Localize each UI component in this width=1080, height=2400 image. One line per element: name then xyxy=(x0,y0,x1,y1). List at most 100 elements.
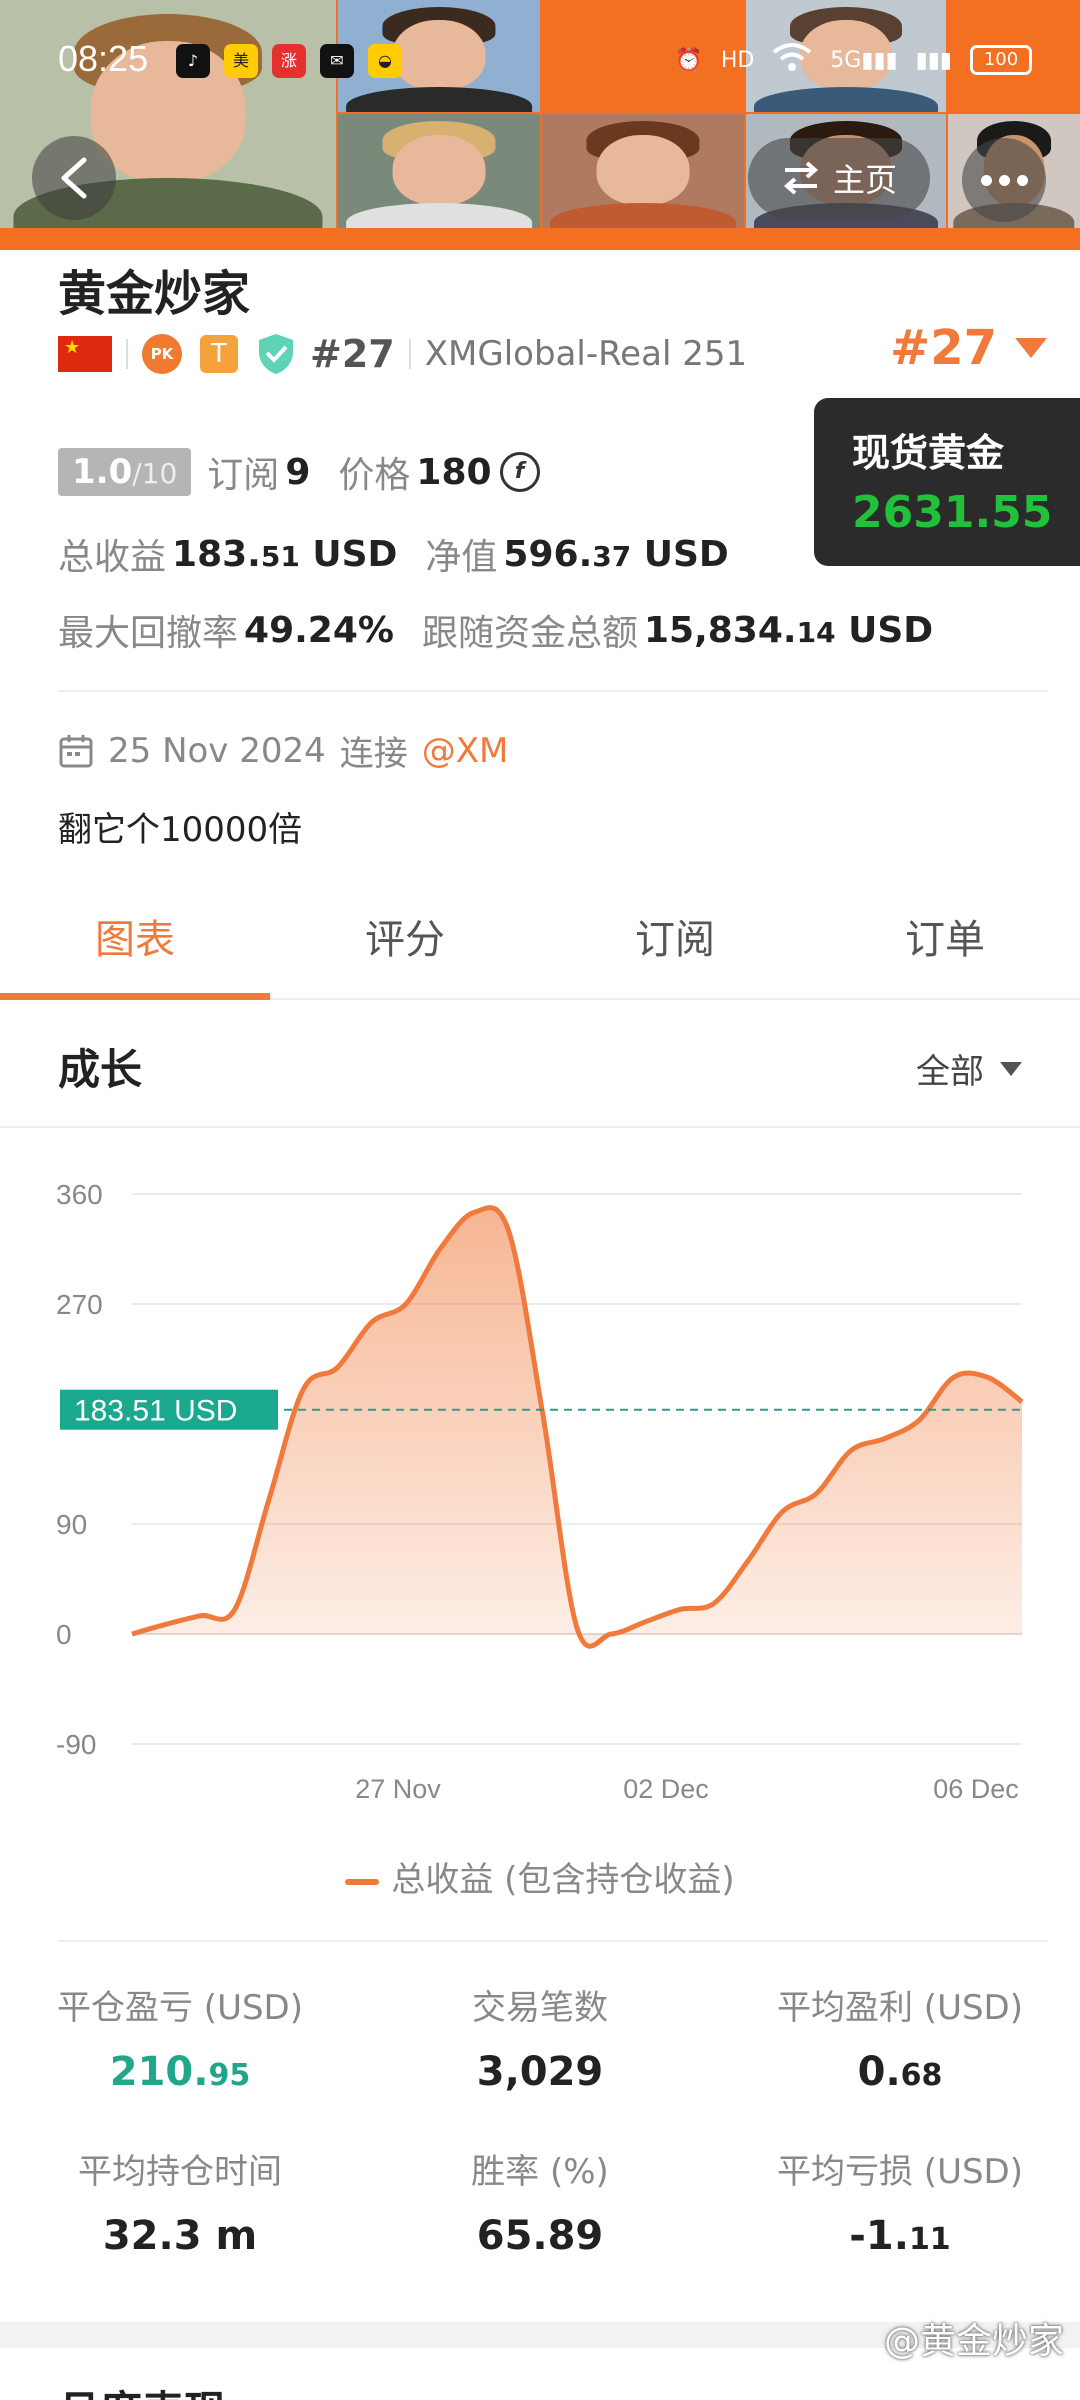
follow-funds-value: 15,834.14 USD xyxy=(643,609,934,651)
stat-value: 0.68 xyxy=(857,2049,943,2095)
trader-bio: 翻它个10000倍 xyxy=(58,810,303,850)
back-button[interactable] xyxy=(32,136,116,220)
more-dot-icon xyxy=(980,174,992,186)
status-bar: 08:25 ♪ 美 涨 ✉ ◒ ⏰ HD 5G▮▮▮ ▮▮▮ 100 xyxy=(0,0,1080,120)
ticker-price: 2631.55 xyxy=(852,487,1053,538)
stat-value: 210.95 xyxy=(109,2049,251,2095)
china-flag-icon xyxy=(58,336,112,372)
equity-label: 净值 xyxy=(425,537,498,578)
ticker-name: 现货黄金 xyxy=(852,431,1005,475)
subscribe-count: 9 xyxy=(285,451,311,493)
x-tick-label: 06 Dec xyxy=(933,1774,1019,1804)
rank-value: #27 xyxy=(890,320,998,376)
legend-label: 总收益 (包含持仓收益) xyxy=(391,1860,735,1900)
stat-label: 平均持仓时间 xyxy=(78,2152,282,2192)
y-tick-label: 360 xyxy=(56,1179,103,1210)
monthly-performance-title: 月度表现 xyxy=(58,2378,226,2400)
rating-badge: 1.0/10 xyxy=(58,448,192,496)
growth-chart: 360 270 90 0 -90 183.51 USD 27 Nov 02 Dec 06 Dec xyxy=(56,1179,1024,1804)
stat-value: -1.11 xyxy=(849,2213,951,2259)
divider xyxy=(58,690,1048,692)
divider xyxy=(408,339,411,369)
stats-row-2: 总收益 183.51 USD 净值 596.37 USD xyxy=(58,528,757,580)
stat-label: 交易笔数 xyxy=(472,1988,608,2028)
stat-label: 平均亏损 (USD) xyxy=(777,2152,1023,2192)
join-date: 25 Nov 2024 xyxy=(108,730,326,771)
watermark: @黄金炒家 xyxy=(883,2321,1064,2362)
stat-label: 平均盈利 (USD) xyxy=(777,1988,1023,2028)
summary-stat: 交易笔数 3,029 xyxy=(360,1980,720,2095)
drawdown-value: 49.24% xyxy=(244,609,394,651)
tab-bar: 图表 评分 订阅 订单 xyxy=(0,900,1080,1000)
pk-badge-icon: PK xyxy=(142,334,182,374)
coin-icon: f xyxy=(499,452,540,492)
account-name: XMGlobal-Real 251 xyxy=(424,334,748,374)
growth-section-header: 成长 全部 xyxy=(0,1000,1080,1128)
battery-icon: 100 xyxy=(970,45,1032,75)
app-notification-icon: ◒ xyxy=(368,44,402,78)
total-profit-value: 183.51 USD xyxy=(172,533,398,575)
notification-icons: ♪ 美 涨 ✉ ◒ xyxy=(176,44,402,78)
summary-stat: 平均持仓时间 32.3 m xyxy=(0,2144,360,2259)
join-text: 连接 xyxy=(339,734,408,774)
summary-stat: 平仓盈亏 (USD) 210.95 xyxy=(0,1980,360,2095)
status-time: 08:25 xyxy=(58,38,149,79)
t-badge-icon: T xyxy=(200,335,238,373)
more-dot-icon xyxy=(1016,174,1028,186)
broker-link[interactable]: @XM xyxy=(422,731,509,771)
y-tick-label: 0 xyxy=(56,1619,72,1650)
stat-label: 平仓盈亏 (USD) xyxy=(57,1988,303,2028)
banner-bottom-strip xyxy=(0,228,1080,250)
tab-chart[interactable]: 图表 xyxy=(0,900,270,1000)
trader-badges: PK T #27 XMGlobal-Real 251 xyxy=(58,330,747,378)
rank-dropdown[interactable]: #27 xyxy=(890,320,1048,376)
home-label: 主页 xyxy=(832,161,897,199)
follow-funds-label: 跟随资金总额 xyxy=(421,613,638,654)
system-icons: ⏰ HD 5G▮▮▮ ▮▮▮ 100 xyxy=(675,42,1032,78)
y-tick-label: 270 xyxy=(56,1289,103,1320)
range-filter-dropdown[interactable]: 全部 xyxy=(916,1044,1022,1093)
home-button[interactable]: 主页 xyxy=(748,138,930,218)
y-tick-label: -90 xyxy=(56,1729,96,1760)
alarm-icon: ⏰ xyxy=(675,47,703,73)
signal-icon: 5G▮▮▮ xyxy=(830,47,898,73)
gold-price-ticker[interactable]: 现货黄金 2631.55 xyxy=(814,398,1080,566)
divider xyxy=(58,1940,1048,1942)
verified-shield-icon xyxy=(259,334,293,374)
x-tick-label: 02 Dec xyxy=(623,1774,709,1804)
subscribe-label: 订阅 xyxy=(207,455,280,496)
equity-value: 596.37 USD xyxy=(503,533,729,575)
legend-swatch xyxy=(345,1878,380,1885)
filter-label: 全部 xyxy=(916,1052,984,1092)
back-arrow-icon xyxy=(61,157,87,199)
stats-row-3: 最大回撤率 49.24% 跟随资金总额 15,834.14 USD xyxy=(58,604,933,656)
divider xyxy=(126,339,128,369)
app-notification-icon: 涨 xyxy=(272,44,306,78)
stat-value: 32.3 m xyxy=(102,2213,258,2259)
drawdown-label: 最大回撤率 xyxy=(58,613,239,654)
stat-value: 65.89 xyxy=(476,2213,604,2259)
hd-icon: HD xyxy=(720,47,755,73)
rank-label: #27 xyxy=(310,332,395,376)
chart-legend: 总收益 (包含持仓收益) xyxy=(0,1852,1080,1901)
tab-orders[interactable]: 订单 xyxy=(810,900,1080,998)
signal-icon: ▮▮▮ xyxy=(915,47,952,73)
mail-icon: ✉ xyxy=(320,44,354,78)
price-value: 180 xyxy=(416,451,492,493)
banner-portrait xyxy=(542,114,744,228)
more-button[interactable] xyxy=(962,138,1046,222)
total-profit-label: 总收益 xyxy=(58,537,167,578)
trader-name: 黄金炒家 xyxy=(58,266,251,322)
summary-stat: 胜率 (%) 65.89 xyxy=(360,2144,720,2259)
summary-stat: 平均亏损 (USD) -1.11 xyxy=(720,2144,1080,2259)
more-dot-icon xyxy=(998,174,1010,186)
banner-portrait xyxy=(338,114,540,228)
tab-rating[interactable]: 评分 xyxy=(270,900,540,998)
meituan-icon: 美 xyxy=(224,44,258,78)
stats-row-1: 1.0/10 订阅 9 价格 180 f xyxy=(58,446,540,498)
price-label: 价格 xyxy=(338,455,411,496)
join-info: 25 Nov 2024 连接 @XM xyxy=(58,726,508,775)
current-value-label: 183.51 USD xyxy=(74,1395,237,1428)
y-tick-label: 90 xyxy=(56,1509,87,1540)
tab-subscribe[interactable]: 订阅 xyxy=(540,900,810,998)
